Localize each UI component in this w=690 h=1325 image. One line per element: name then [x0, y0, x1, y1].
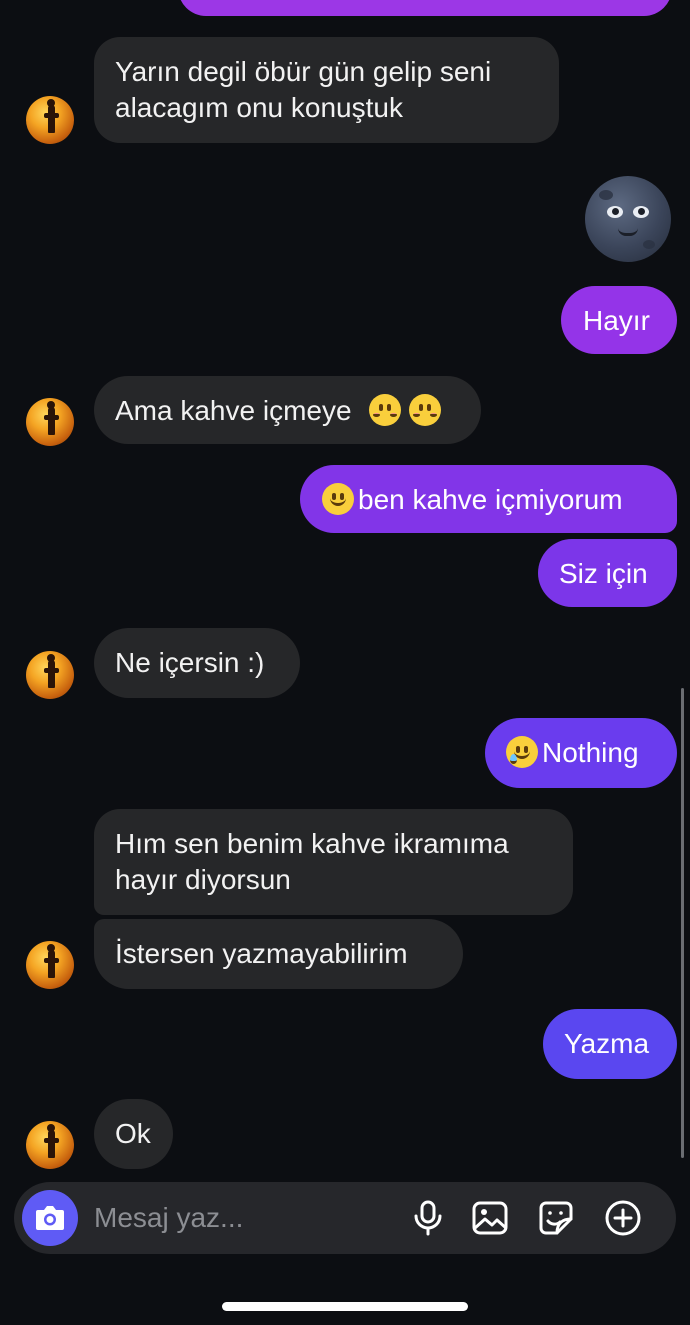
- contact-avatar[interactable]: [26, 941, 74, 989]
- new-moon-face-icon[interactable]: [585, 176, 671, 262]
- smiling-face-icon: [409, 394, 442, 426]
- message-text: Ama kahve içmeye: [115, 395, 352, 426]
- camera-button[interactable]: [22, 1190, 78, 1246]
- gallery-icon[interactable]: [471, 1199, 509, 1237]
- message-bubble-incoming[interactable]: Ne içersin :): [94, 628, 300, 698]
- message-bubble-outgoing[interactable]: Yazma: [543, 1009, 677, 1079]
- message-composer: Mesaj yaz...: [14, 1182, 676, 1254]
- scrollbar[interactable]: [681, 688, 684, 1158]
- message-bubble-outgoing[interactable]: Siz için: [538, 539, 677, 607]
- home-indicator[interactable]: [222, 1302, 468, 1311]
- message-bubble-incoming[interactable]: İstersen yazmayabilirim: [94, 919, 463, 989]
- microphone-icon[interactable]: [409, 1199, 447, 1237]
- message-bubble-incoming[interactable]: Yarın degil öbür gün gelip seni alacagım…: [94, 37, 559, 143]
- message-text: Nothing: [542, 737, 639, 768]
- camera-icon: [36, 1206, 64, 1230]
- slightly-smiling-face-icon: [322, 483, 354, 515]
- plus-icon[interactable]: [604, 1199, 642, 1237]
- message-bubble-outgoing[interactable]: Hayır: [561, 286, 677, 354]
- message-input[interactable]: Mesaj yaz...: [94, 1201, 243, 1235]
- message-bubble-outgoing[interactable]: Nothing: [485, 718, 677, 788]
- message-bubble-incoming[interactable]: Hım sen benim kahve ikramıma hayır diyor…: [94, 809, 573, 915]
- message-text: ben kahve içmiyorum: [358, 484, 623, 515]
- message-bubble-outgoing[interactable]: ben kahve içmiyorum: [300, 465, 677, 533]
- contact-avatar[interactable]: [26, 1121, 74, 1169]
- contact-avatar[interactable]: [26, 651, 74, 699]
- message-bubble-outgoing-partial[interactable]: [178, 0, 672, 16]
- message-bubble-incoming[interactable]: Ama kahve içmeye: [94, 376, 481, 444]
- contact-avatar[interactable]: [26, 96, 74, 144]
- smiling-face-icon: [369, 394, 402, 426]
- sticker-icon[interactable]: [537, 1199, 575, 1237]
- contact-avatar[interactable]: [26, 398, 74, 446]
- message-bubble-incoming[interactable]: Ok: [94, 1099, 173, 1169]
- smiling-face-with-tear-icon: [506, 736, 538, 768]
